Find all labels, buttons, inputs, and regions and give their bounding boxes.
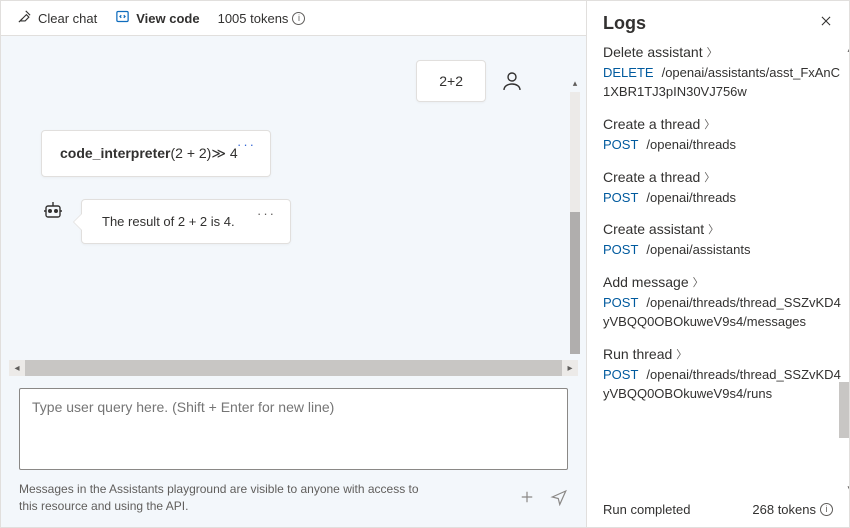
clear-chat-button[interactable]: Clear chat xyxy=(17,9,97,27)
chat-input[interactable] xyxy=(19,388,568,470)
scroll-right-icon[interactable]: ▸ xyxy=(562,360,578,376)
log-entry-title[interactable]: Run thread〉 xyxy=(603,346,841,362)
chevron-right-icon: 〉 xyxy=(708,221,719,237)
log-entry-title[interactable]: Create a thread〉 xyxy=(603,116,841,132)
request-path: /openai/threads/thread_SSZvKD4yVBQQ0OBOk… xyxy=(603,295,841,329)
http-method: POST xyxy=(603,242,638,257)
log-entry-title[interactable]: Delete assistant〉 xyxy=(603,44,841,60)
user-message-text: 2+2 xyxy=(439,73,463,89)
clear-chat-label: Clear chat xyxy=(38,11,97,26)
http-method: POST xyxy=(603,190,638,205)
bot-avatar-icon xyxy=(39,197,67,225)
log-entry-title[interactable]: Create assistant〉 xyxy=(603,221,841,237)
close-logs-button[interactable] xyxy=(819,14,833,33)
chevron-right-icon: 〉 xyxy=(704,169,715,185)
assistant-message-bubble: ··· The result of 2 + 2 is 4. xyxy=(81,199,291,244)
code-icon xyxy=(115,9,130,27)
disclaimer-text: Messages in the Assistants playground ar… xyxy=(19,481,419,515)
messages-list: 2+2 ··· code_interpreter(2 + 2)≫ 4 xyxy=(1,36,586,354)
logs-title: Logs xyxy=(603,13,646,34)
chevron-right-icon: 〉 xyxy=(693,274,704,290)
log-entry-title-text: Create a thread xyxy=(603,116,700,132)
view-code-label: View code xyxy=(136,11,199,26)
log-entry: Add message〉 POST/openai/threads/thread_S… xyxy=(603,274,841,332)
log-entry-request: DELETE/openai/assistants/asst_FxAnC1XBR1… xyxy=(603,64,841,102)
assistant-message-text: The result of 2 + 2 is 4. xyxy=(102,214,235,229)
logs-token-count: 268 tokens xyxy=(752,502,816,517)
log-entry-request: POST/openai/threads/thread_SSZvKD4yVBQQ0… xyxy=(603,294,841,332)
chevron-right-icon: 〉 xyxy=(707,44,718,60)
logs-scroll-down-icon[interactable]: ▾ xyxy=(847,483,849,494)
tool-call-line: code_interpreter(2 + 2)≫ 4 xyxy=(60,145,238,161)
tool-args: (2 + 2) xyxy=(170,145,211,161)
request-path: /openai/threads xyxy=(646,190,736,205)
log-entry-request: POST/openai/threads xyxy=(603,136,841,155)
user-avatar-icon xyxy=(498,67,526,95)
log-entry-title-text: Delete assistant xyxy=(603,44,703,60)
log-entry-title[interactable]: Create a thread〉 xyxy=(603,169,841,185)
request-path: /openai/threads/thread_SSZvKD4yVBQQ0OBOk… xyxy=(603,367,841,401)
log-entry-title-text: Create a thread xyxy=(603,169,700,185)
request-path: /openai/threads xyxy=(646,137,736,152)
logs-scroll-up-icon[interactable]: ▴ xyxy=(847,44,849,55)
tool-menu-icon[interactable]: ··· xyxy=(237,137,256,152)
logs-vertical-scrollbar[interactable]: ▴ ▾ xyxy=(839,44,849,494)
request-path: /openai/assistants xyxy=(646,242,750,257)
info-icon[interactable]: i xyxy=(820,503,833,516)
scroll-up-icon[interactable]: ▴ xyxy=(570,78,580,90)
scroll-thumb[interactable] xyxy=(570,212,580,354)
run-status-text: Run completed xyxy=(603,502,690,517)
info-icon[interactable]: i xyxy=(292,12,305,25)
chat-footer: Messages in the Assistants playground ar… xyxy=(1,481,586,527)
tool-result-sep: ≫ xyxy=(211,145,226,161)
token-count: 1005 tokens i xyxy=(218,11,306,26)
messages-vertical-scrollbar[interactable]: ▴ ▾ xyxy=(570,92,580,354)
send-button[interactable] xyxy=(550,488,568,509)
tool-name: code_interpreter xyxy=(60,145,170,161)
broom-icon xyxy=(17,9,32,27)
user-message-row: 2+2 xyxy=(21,60,566,102)
http-method: DELETE xyxy=(603,65,654,80)
user-message-bubble: 2+2 xyxy=(416,60,486,102)
scroll-left-icon[interactable]: ◂ xyxy=(9,360,25,376)
http-method: POST xyxy=(603,137,638,152)
assistant-menu-icon[interactable]: ··· xyxy=(257,206,276,221)
chevron-right-icon: 〉 xyxy=(676,346,687,362)
hscroll-track[interactable] xyxy=(25,360,562,376)
logs-footer: Run completed 268 tokens i xyxy=(587,494,849,527)
logs-panel: Logs Delete assistant〉DELETE/openai/assi… xyxy=(587,1,849,527)
logs-scroll-thumb[interactable] xyxy=(839,382,849,438)
log-entry-request: POST/openai/threads/thread_SSZvKD4yVBQQ0… xyxy=(603,366,841,404)
toolbar: Clear chat View code 1005 tokens i xyxy=(1,1,586,36)
log-entry: Create a thread〉 POST/openai/threads xyxy=(603,116,841,155)
log-entry: Create assistant〉 POST/openai/assistants xyxy=(603,221,841,260)
log-entry-request: POST/openai/assistants xyxy=(603,241,841,260)
log-entry-title-text: Add message xyxy=(603,274,689,290)
log-entry-title[interactable]: Add message〉 xyxy=(603,274,841,290)
chat-area: 2+2 ··· code_interpreter(2 + 2)≫ 4 xyxy=(1,36,586,527)
log-entry-title-text: Run thread xyxy=(603,346,672,362)
log-entry-title-text: Create assistant xyxy=(603,221,704,237)
messages-horizontal-scrollbar[interactable]: ◂ ▸ xyxy=(9,360,578,376)
http-method: POST xyxy=(603,295,638,310)
log-entry: Delete assistant〉 DELETE/openai/assistant… xyxy=(603,44,841,102)
view-code-button[interactable]: View code xyxy=(115,9,199,27)
http-method: POST xyxy=(603,367,638,382)
log-entry: Create a thread〉 POST/openai/threads xyxy=(603,169,841,208)
assistant-message-row: ··· The result of 2 + 2 is 4. xyxy=(39,199,566,244)
log-entry: Run thread〉 POST/openai/threads/thread_SS… xyxy=(603,346,841,404)
token-count-text: 1005 tokens xyxy=(218,11,289,26)
log-entry-request: POST/openai/threads xyxy=(603,189,841,208)
chevron-right-icon: 〉 xyxy=(704,116,715,132)
tool-call-bubble: ··· code_interpreter(2 + 2)≫ 4 xyxy=(41,130,271,177)
logs-list: Delete assistant〉DELETE/openai/assistant… xyxy=(587,44,849,494)
add-attachment-button[interactable] xyxy=(518,488,536,509)
input-area xyxy=(1,376,586,481)
